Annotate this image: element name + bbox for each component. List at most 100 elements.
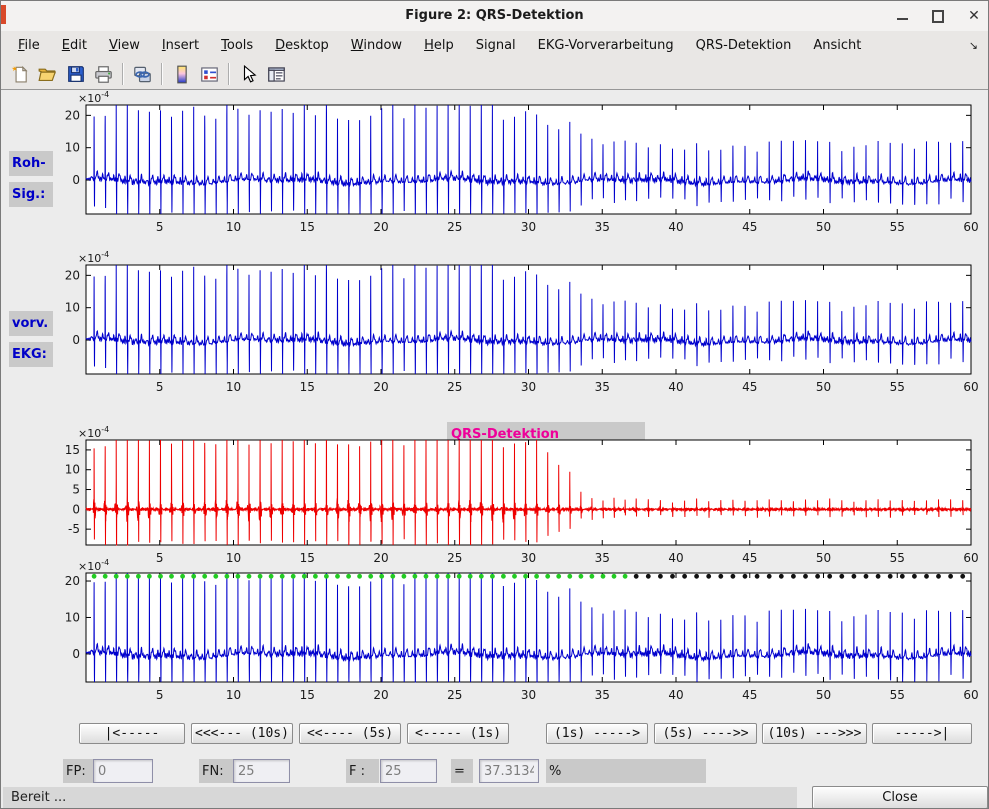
svg-text:55: 55	[890, 380, 905, 394]
menu-overflow-icon[interactable]: ↘	[969, 39, 982, 52]
menubar: File Edit View Insert Tools Desktop Wind…	[1, 31, 988, 60]
f-input[interactable]	[380, 759, 437, 783]
svg-text:35: 35	[595, 220, 610, 234]
menu-edit[interactable]: Edit	[51, 33, 98, 58]
svg-text:35: 35	[595, 380, 610, 394]
menu-insert[interactable]: Insert	[151, 33, 210, 58]
open-folder-icon[interactable]	[35, 62, 60, 86]
colorbar-icon[interactable]	[169, 62, 194, 86]
equals-label: =	[451, 759, 473, 783]
svg-text:30: 30	[521, 220, 536, 234]
menu-desktop[interactable]: Desktop	[264, 33, 340, 58]
svg-text:40: 40	[668, 220, 683, 234]
close-window-button[interactable]: ✕	[968, 10, 980, 22]
svg-text:50: 50	[816, 688, 831, 702]
svg-text:40: 40	[668, 688, 683, 702]
menu-view[interactable]: View	[98, 33, 151, 58]
legend-icon[interactable]	[197, 62, 222, 86]
figure-window: Figure 2: QRS-Detektion ✕ File Edit View…	[0, 0, 989, 809]
fn-input[interactable]	[233, 759, 290, 783]
svg-text:25: 25	[447, 220, 462, 234]
nav-forward-5s-button[interactable]: (5s) ---->>	[654, 723, 757, 744]
menu-ekg-vorverarbeitung[interactable]: EKG-Vorverarbeitung	[527, 33, 685, 58]
save-icon[interactable]	[63, 62, 88, 86]
svg-text:15: 15	[300, 380, 315, 394]
toolbar-separator	[228, 63, 230, 85]
menu-help[interactable]: Help	[413, 33, 465, 58]
svg-text:×10-4: ×10-4	[78, 91, 109, 105]
svg-text:5: 5	[156, 380, 164, 394]
svg-text:20: 20	[65, 268, 80, 282]
svg-text:20: 20	[373, 380, 388, 394]
plot-qrs-detektion: 51015202530354045505560-5051015×10-4	[46, 426, 986, 571]
svg-text:15: 15	[300, 220, 315, 234]
result-input[interactable]	[479, 759, 539, 783]
svg-text:0: 0	[72, 333, 80, 347]
close-button[interactable]: Close	[812, 786, 988, 809]
svg-text:30: 30	[521, 688, 536, 702]
plot-roh-signal: 5 10 15 20 25 30 35 40 45 50 55 60 0 10 20 ×10-4	[46, 91, 986, 240]
svg-text:10: 10	[226, 380, 241, 394]
svg-text:60: 60	[963, 380, 978, 394]
nav-to-end-button[interactable]: ----->|	[872, 723, 972, 744]
svg-text:×10-4: ×10-4	[78, 559, 109, 573]
svg-text:5: 5	[72, 483, 80, 497]
toolbar-separator	[161, 63, 163, 85]
svg-text:0: 0	[72, 173, 80, 187]
minimize-button[interactable]	[896, 10, 908, 22]
fn-label: FN:	[199, 759, 233, 783]
svg-text:15: 15	[65, 443, 80, 457]
svg-text:55: 55	[890, 688, 905, 702]
toolbar-separator	[122, 63, 124, 85]
nav-forward-10s-button[interactable]: (10s) --->>>	[762, 723, 867, 744]
nav-back-1s-button[interactable]: <----- (1s)	[407, 723, 509, 744]
svg-text:10: 10	[65, 141, 80, 155]
nav-to-start-button[interactable]: |<-----	[79, 723, 185, 744]
svg-text:10: 10	[65, 610, 80, 624]
svg-text:×10-4: ×10-4	[78, 426, 109, 440]
svg-text:10: 10	[65, 301, 80, 315]
print-icon[interactable]	[91, 62, 116, 86]
svg-text:45: 45	[742, 688, 757, 702]
percent-label: %	[546, 759, 706, 783]
window-title: Figure 2: QRS-Detektion	[1, 8, 988, 23]
menu-ansicht[interactable]: Ansicht	[802, 33, 872, 58]
svg-text:-5: -5	[68, 522, 80, 536]
link-plots-icon[interactable]	[130, 62, 155, 86]
svg-text:×10-4: ×10-4	[78, 251, 109, 265]
svg-text:10: 10	[65, 463, 80, 477]
menu-window[interactable]: Window	[340, 33, 413, 58]
svg-text:60: 60	[963, 220, 978, 234]
nav-back-10s-button[interactable]: <<<--- (10s)	[191, 723, 293, 744]
new-document-icon[interactable]	[7, 62, 32, 86]
f-label: F :	[346, 759, 379, 783]
pointer-icon[interactable]	[236, 62, 261, 86]
svg-text:60: 60	[963, 688, 978, 702]
svg-text:5: 5	[156, 220, 164, 234]
property-editor-icon[interactable]	[264, 62, 289, 86]
svg-text:20: 20	[65, 108, 80, 122]
fp-label: FP:	[63, 759, 93, 783]
svg-text:35: 35	[595, 688, 610, 702]
maximize-button[interactable]	[932, 10, 944, 22]
svg-text:55: 55	[890, 220, 905, 234]
svg-text:50: 50	[816, 220, 831, 234]
svg-text:10: 10	[226, 220, 241, 234]
svg-text:40: 40	[668, 380, 683, 394]
svg-text:45: 45	[742, 220, 757, 234]
svg-text:50: 50	[816, 380, 831, 394]
plot-detektion-markers: 5101520253035404550556001020×10-4	[46, 559, 986, 708]
menu-signal[interactable]: Signal	[465, 33, 527, 58]
menu-tools[interactable]: Tools	[210, 33, 264, 58]
titlebar: Figure 2: QRS-Detektion ✕	[1, 1, 988, 32]
nav-forward-1s-button[interactable]: (1s) ----->	[546, 723, 648, 744]
svg-text:25: 25	[447, 380, 462, 394]
menu-file[interactable]: File	[7, 33, 51, 58]
figure-toolbar	[1, 59, 988, 90]
menu-qrs-detektion[interactable]: QRS-Detektion	[685, 33, 803, 58]
svg-text:5: 5	[156, 688, 164, 702]
fp-input[interactable]	[93, 759, 153, 783]
plot-vorverarbeitetes-ekg: 5101520253035404550556001020×10-4	[46, 251, 986, 400]
svg-text:20: 20	[373, 220, 388, 234]
nav-back-5s-button[interactable]: <<---- (5s)	[299, 723, 401, 744]
